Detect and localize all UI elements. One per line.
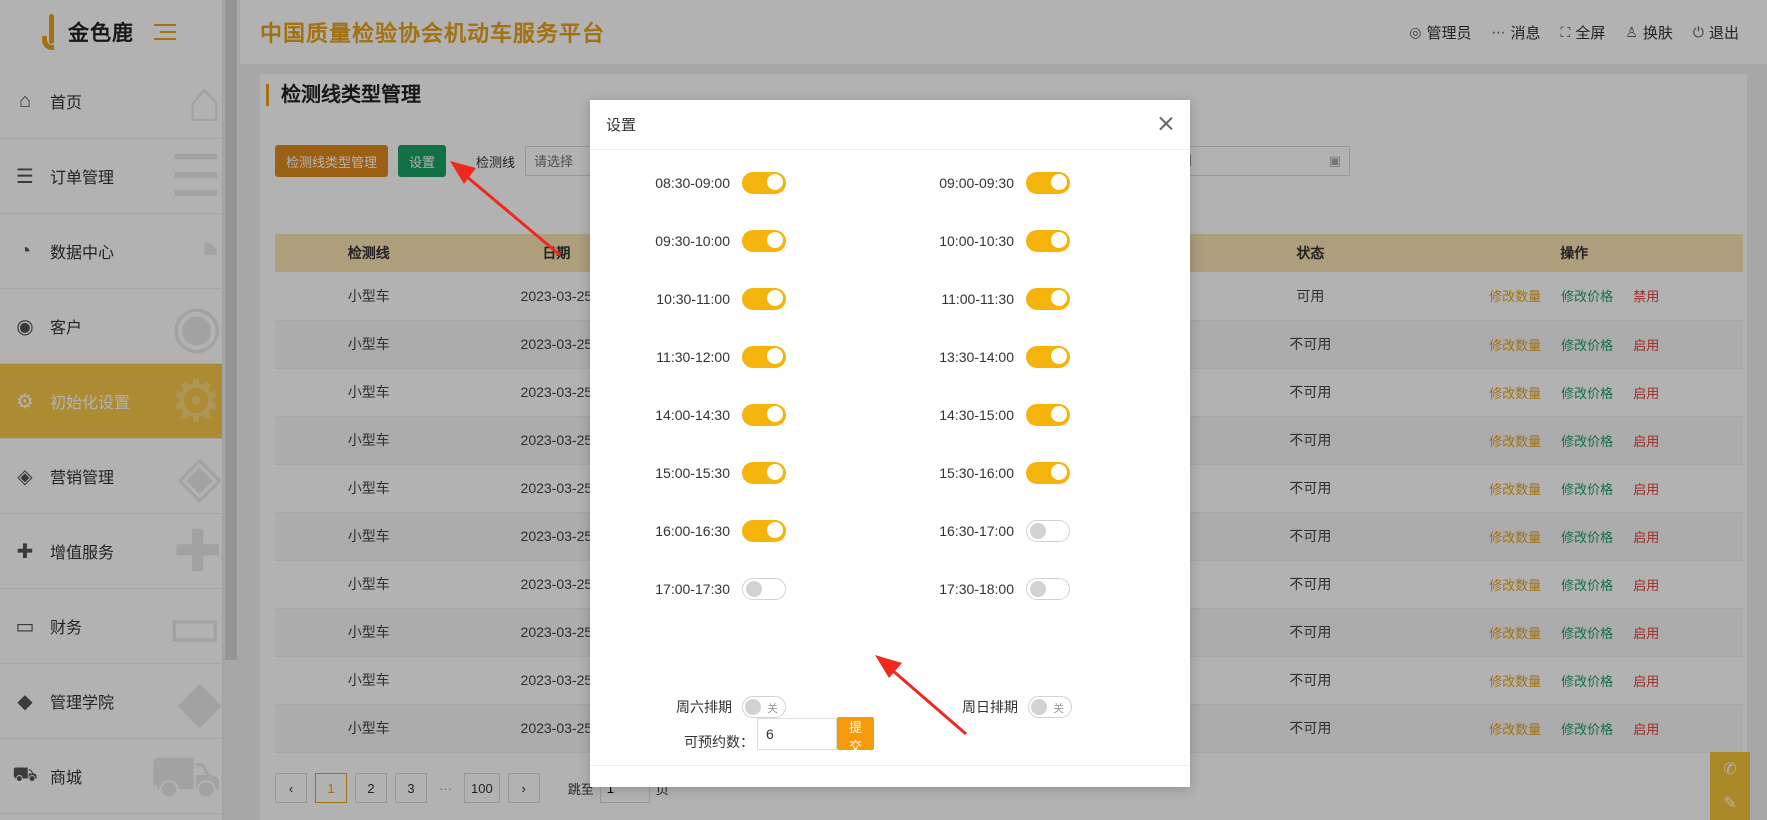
time-slot: 16:30-17:00 [938,520,1070,542]
saturday-switch-text: 关 [767,703,778,715]
time-slot-switch[interactable] [742,172,786,194]
time-slot-label: 09:30-10:00 [655,233,730,249]
dialog-footer-divider [590,765,1190,766]
time-slot-label: 14:00-14:30 [655,407,730,423]
time-slot-switch[interactable] [1026,404,1070,426]
time-slot-label: 09:00-09:30 [939,175,1014,191]
time-slot-switch[interactable] [1026,172,1070,194]
time-slot: 10:30-11:00 [654,288,786,310]
time-slot: 16:00-16:30 [654,520,786,542]
time-slot: 17:30-18:00 [938,578,1070,600]
sunday-switch-text: 关 [1053,703,1064,715]
capacity-input[interactable] [757,718,837,750]
sunday-schedule-row: 周日排期 关 [962,696,1072,718]
time-slot-switch[interactable] [742,346,786,368]
time-slot-switch[interactable] [742,578,786,600]
dialog-header: 设置 [590,100,1190,150]
time-slot-switch[interactable] [742,230,786,252]
sunday-schedule-switch[interactable]: 关 [1028,696,1072,718]
time-slot-switch[interactable] [1026,346,1070,368]
time-slot: 14:30-15:00 [938,404,1070,426]
time-slot-switch[interactable] [1026,230,1070,252]
sunday-schedule-label: 周日排期 [962,699,1018,715]
time-slot: 15:30-16:00 [938,462,1070,484]
time-slot-switch[interactable] [742,404,786,426]
settings-dialog: 设置 08:30-09:00 09:00-09:30 09:30-10:00 10:0… [590,100,1190,787]
time-slot: 09:30-10:00 [654,230,786,252]
time-slot-label: 17:30-18:00 [939,581,1014,597]
time-slot-label: 15:30-16:00 [939,465,1014,481]
saturday-schedule-row: 周六排期 关 [676,696,786,718]
saturday-schedule-label: 周六排期 [676,699,732,715]
time-slot: 14:00-14:30 [654,404,786,426]
time-slot-label: 13:30-14:00 [939,349,1014,365]
time-slot: 11:30-12:00 [654,346,786,368]
close-icon[interactable] [1156,114,1176,134]
time-slot-label: 17:00-17:30 [655,581,730,597]
time-slot-switch[interactable] [1026,288,1070,310]
time-slot-label: 14:30-15:00 [939,407,1014,423]
time-slot: 09:00-09:30 [938,172,1070,194]
time-slot: 08:30-09:00 [654,172,786,194]
time-slot-label: 16:30-17:00 [939,523,1014,539]
time-slot-label: 08:30-09:00 [655,175,730,191]
time-slot-label: 10:00-10:30 [939,233,1014,249]
time-slot: 11:00-11:30 [938,288,1070,310]
time-slot: 17:00-17:30 [654,578,786,600]
time-slot-switch[interactable] [1026,520,1070,542]
time-slot-switch[interactable] [1026,578,1070,600]
submit-button[interactable]: 提交 [837,717,875,754]
capacity-label: 可预约数： [684,734,754,750]
time-slot: 15:00-15:30 [654,462,786,484]
time-slot-label: 16:00-16:30 [655,523,730,539]
time-slot-switch[interactable] [742,288,786,310]
time-slot-label: 11:30-12:00 [656,349,730,365]
dialog-title: 设置 [606,117,637,134]
time-slot-label: 10:30-11:00 [656,291,730,307]
time-slot: 13:30-14:00 [938,346,1070,368]
time-slot-label: 15:00-15:30 [655,465,730,481]
time-slot-switch[interactable] [742,462,786,484]
time-slot: 10:00-10:30 [938,230,1070,252]
time-slot-switch[interactable] [1026,462,1070,484]
time-slot-label: 11:00-11:30 [941,291,1014,307]
saturday-schedule-switch[interactable]: 关 [742,696,786,718]
time-slot-switch[interactable] [742,520,786,542]
